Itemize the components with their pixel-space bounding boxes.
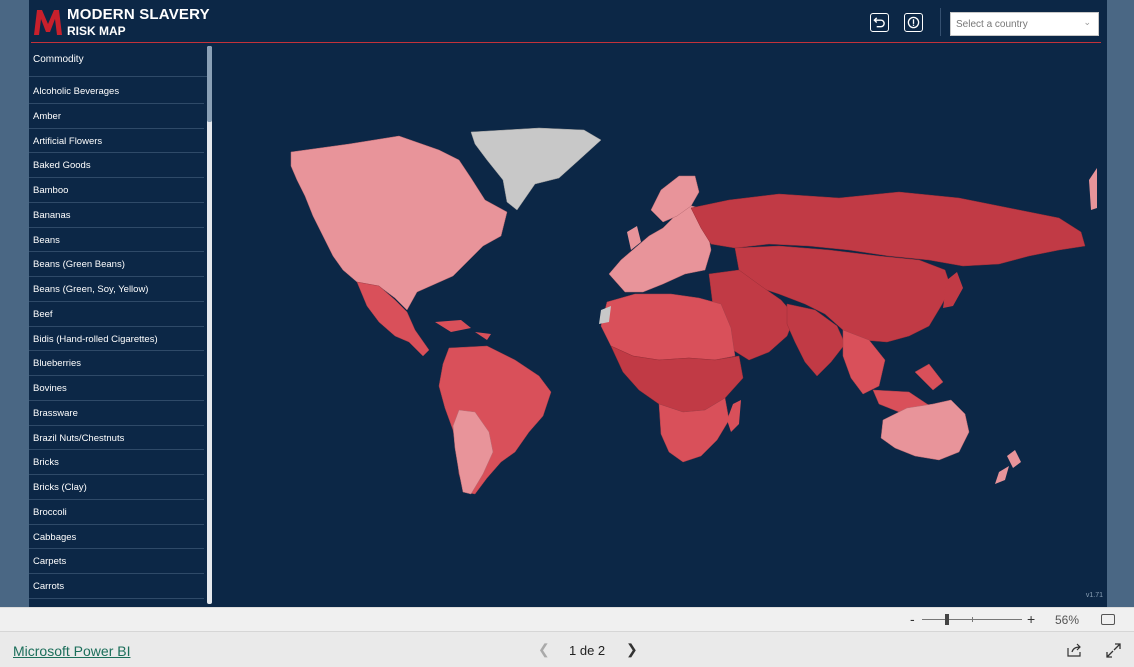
north-america[interactable]	[290, 135, 508, 311]
commodity-item[interactable]: Alcoholic Beverages	[29, 79, 204, 104]
commodity-item[interactable]: Amber	[29, 104, 204, 129]
zoom-in-button[interactable]: +	[1027, 611, 1035, 627]
share-icon[interactable]	[1067, 643, 1083, 657]
commodity-item[interactable]: Bamboo	[29, 178, 204, 203]
zoom-percent: 56%	[1055, 613, 1080, 627]
commodity-item[interactable]: Carrots	[29, 574, 204, 599]
caribbean[interactable]	[435, 320, 491, 340]
footer-bar: Microsoft Power BI ❮ 1 de 2 ❯	[0, 631, 1134, 667]
info-button[interactable]	[904, 13, 923, 32]
commodity-item[interactable]: Baked Goods	[29, 153, 204, 178]
commodity-item[interactable]: Bricks (Clay)	[29, 475, 204, 500]
version-label: v1.71	[1085, 592, 1103, 599]
commodity-item[interactable]: Brazil Nuts/Chestnuts	[29, 426, 204, 451]
country-select-placeholder: Select a country	[956, 19, 1028, 30]
madagascar[interactable]	[727, 400, 741, 432]
power-bi-link[interactable]: Microsoft Power BI	[13, 643, 130, 659]
reset-button[interactable]	[870, 13, 889, 32]
commodity-item[interactable]: Beans (Green, Soy, Yellow)	[29, 277, 204, 302]
commodity-item[interactable]: Bricks	[29, 450, 204, 475]
chevron-left-icon[interactable]: ❮	[538, 641, 550, 658]
report-area: MODERN SLAVERY RISK MAP Select a country…	[0, 0, 1134, 607]
commodity-item[interactable]: Cabbages	[29, 525, 204, 550]
app-subtitle: RISK MAP	[67, 24, 126, 38]
commodity-item[interactable]: Carpets	[29, 549, 204, 574]
commodity-item[interactable]: Brassware	[29, 401, 204, 426]
zoom-slider-midpoint	[972, 617, 973, 622]
commodity-item[interactable]: Beef	[29, 302, 204, 327]
page-indicator: 1 de 2	[569, 643, 606, 658]
commodity-item[interactable]: Bidis (Hand-rolled Cigarettes)	[29, 327, 204, 352]
info-icon	[907, 16, 920, 29]
report-canvas: MODERN SLAVERY RISK MAP Select a country…	[29, 0, 1107, 607]
commodity-item[interactable]: Beans (Green Beans)	[29, 252, 204, 277]
pacific-islands[interactable]	[1089, 168, 1097, 210]
scrollbar-thumb[interactable]	[207, 46, 212, 122]
commodity-item[interactable]: Beans	[29, 228, 204, 253]
zoom-bar: - + 56%	[0, 607, 1134, 631]
fit-to-page-icon[interactable]	[1101, 614, 1115, 625]
zoom-slider[interactable]	[922, 614, 1022, 625]
chevron-down-icon: ⌄	[1083, 17, 1091, 27]
commodity-item[interactable]: Blueberries	[29, 351, 204, 376]
world-map[interactable]	[239, 60, 1097, 590]
commodity-item[interactable]: Bananas	[29, 203, 204, 228]
north-africa[interactable]	[600, 293, 736, 361]
new-zealand[interactable]	[995, 450, 1021, 484]
header-divider-line	[31, 42, 1101, 43]
commodity-item[interactable]: Broccoli	[29, 500, 204, 525]
commodity-slicer: Commodity Alcoholic Beverages Amber Artifi…	[29, 46, 209, 606]
undo-icon	[873, 17, 885, 28]
report-header: MODERN SLAVERY RISK MAP Select a country…	[29, 0, 1107, 44]
logo-icon	[34, 10, 62, 35]
commodity-list: Alcoholic Beverages Amber Artificial Flowe…	[29, 77, 209, 599]
zoom-out-button[interactable]: -	[910, 611, 915, 627]
commodity-heading: Commodity	[29, 46, 209, 77]
commodity-item[interactable]: Artificial Flowers	[29, 129, 204, 154]
greenland[interactable]	[470, 127, 602, 211]
app-title: MODERN SLAVERY	[67, 6, 210, 23]
zoom-slider-thumb[interactable]	[945, 614, 949, 625]
commodity-scrollbar[interactable]	[207, 46, 212, 604]
header-divider	[940, 8, 941, 36]
commodity-item[interactable]: Bovines	[29, 376, 204, 401]
chevron-right-icon[interactable]: ❯	[626, 641, 638, 658]
country-select[interactable]: Select a country ⌄	[950, 12, 1099, 36]
expand-icon[interactable]	[1106, 643, 1121, 658]
